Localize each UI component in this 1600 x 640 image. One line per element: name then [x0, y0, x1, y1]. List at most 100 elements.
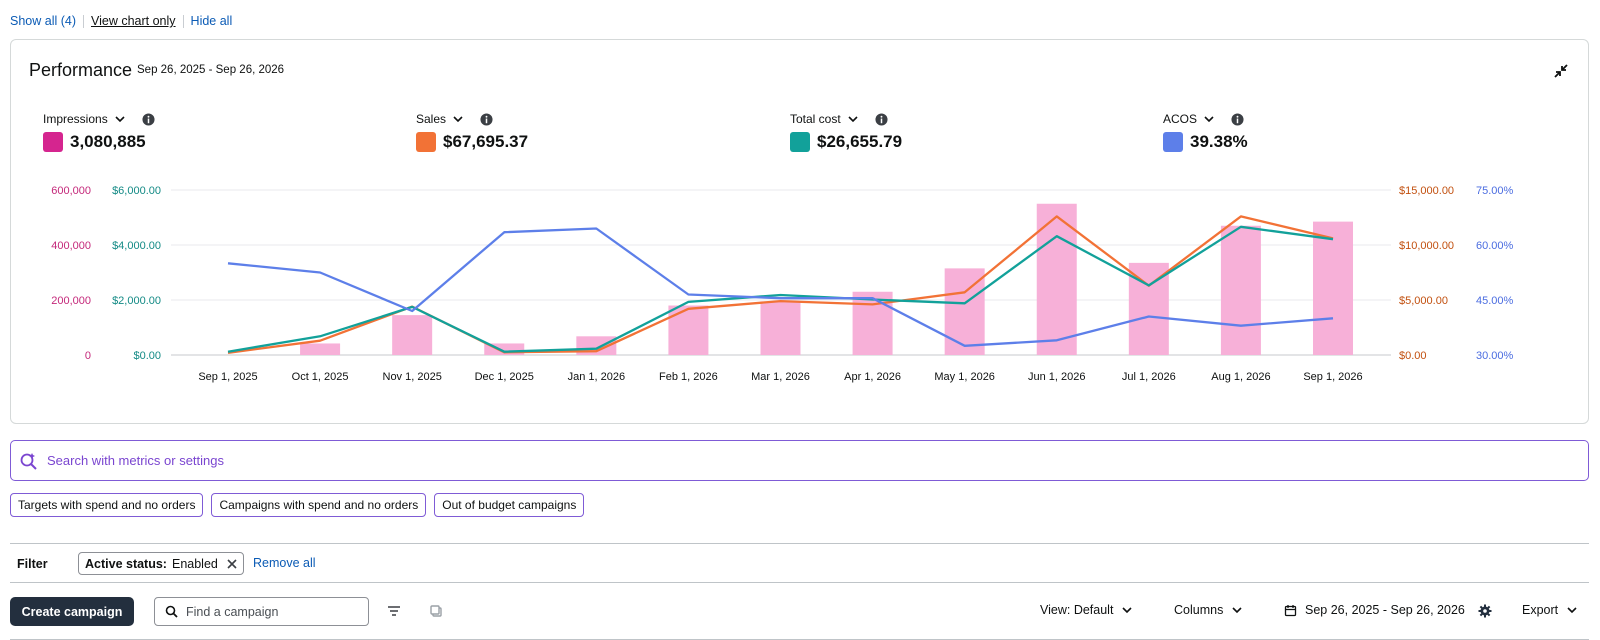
show-all-link[interactable]: Show all (4) — [10, 14, 76, 28]
performance-card: Performance Sep 26, 2025 - Sep 26, 2026 … — [10, 39, 1589, 424]
search-icon — [165, 605, 178, 618]
x-axis-tick: Nov 1, 2025 — [383, 371, 442, 383]
sales-axis-tick: $5,000.00 — [1399, 295, 1448, 307]
filter-value: Enabled — [171, 556, 218, 571]
search-placeholder: Search with metrics or settings — [47, 453, 225, 468]
metric-label: ACOS — [1163, 112, 1198, 126]
impressions-bar — [300, 343, 341, 355]
x-axis-tick: Oct 1, 2025 — [292, 371, 349, 383]
remove-all-link[interactable]: Remove all — [253, 556, 316, 570]
collapse-arrows-icon[interactable] — [1552, 62, 1570, 80]
acos-axis-tick: 30.00% — [1476, 350, 1514, 362]
x-axis-tick: Apr 1, 2026 — [844, 371, 901, 383]
impressions-axis-tick: 600,000 — [51, 185, 91, 197]
view-dropdown[interactable]: View: Default — [1040, 603, 1133, 617]
metric-total-cost[interactable]: Total cost $26,655.79 — [790, 112, 902, 152]
chip-targets-spend-no-orders[interactable]: Targets with spend and no orders — [10, 493, 204, 517]
divider — [10, 543, 1589, 544]
x-axis-tick: May 1, 2026 — [934, 371, 995, 383]
view-chart-only-link[interactable]: View chart only — [91, 14, 176, 28]
chevron-down-icon — [453, 116, 463, 123]
impressions-axis-tick: 200,000 — [51, 295, 91, 307]
filter-icon[interactable] — [386, 603, 402, 619]
x-axis-tick: Jul 1, 2026 — [1122, 371, 1176, 383]
chart-view-links: Show all (4) View chart only Hide all — [10, 14, 232, 28]
impressions-bar — [668, 305, 709, 355]
divider — [83, 14, 84, 28]
metric-impressions[interactable]: Impressions 3,080,885 — [43, 112, 155, 152]
impressions-bar — [1220, 225, 1261, 355]
info-icon[interactable] — [142, 112, 155, 126]
metric-acos[interactable]: ACOS 39.38% — [1163, 112, 1248, 152]
acos-axis-tick: 75.00% — [1476, 185, 1514, 197]
divider — [10, 582, 1589, 583]
copy-icon[interactable] — [428, 603, 444, 619]
info-icon[interactable] — [875, 112, 888, 126]
metric-value: 39.38% — [1190, 132, 1248, 151]
metric-label: Impressions — [43, 112, 108, 126]
active-status-filter-chip[interactable]: Active status: Enabled — [78, 552, 244, 575]
cost-axis-tick: $2,000.00 — [112, 295, 161, 307]
columns-label: Columns — [1174, 603, 1224, 617]
date-range-label: Sep 26, 2025 - Sep 26, 2026 — [1305, 603, 1465, 617]
chevron-down-icon — [1232, 607, 1242, 614]
close-icon[interactable] — [227, 558, 237, 569]
cost-axis-tick: $6,000.00 — [112, 185, 161, 197]
impressions-axis-tick: 400,000 — [51, 240, 91, 252]
card-title: Performance — [29, 60, 133, 80]
metric-value: 3,080,885 — [70, 132, 146, 151]
impressions-bar — [760, 301, 801, 355]
info-icon[interactable] — [480, 112, 493, 126]
create-campaign-button[interactable]: Create campaign — [10, 597, 134, 626]
filter-key: Active status: — [85, 556, 167, 571]
metric-value: $26,655.79 — [817, 132, 903, 151]
acos-axis-tick: 60.00% — [1476, 240, 1514, 252]
chevron-down-icon — [1122, 607, 1132, 614]
sales-axis-tick: $15,000.00 — [1399, 185, 1454, 197]
chevron-down-icon — [848, 116, 858, 123]
chip-out-of-budget[interactable]: Out of budget campaigns — [434, 493, 585, 517]
info-icon[interactable] — [1231, 112, 1244, 126]
search-sparkle-icon — [20, 452, 37, 470]
export-label: Export — [1522, 603, 1559, 617]
suggestion-chips: Targets with spend and no orders Campaig… — [10, 493, 585, 517]
hide-all-link[interactable]: Hide all — [191, 14, 233, 28]
acos-axis-tick: 45.00% — [1476, 295, 1514, 307]
x-axis-tick: Mar 1, 2026 — [751, 371, 810, 383]
calendar-icon — [1284, 604, 1297, 616]
columns-dropdown[interactable]: Columns — [1174, 603, 1243, 617]
x-axis-tick: Dec 1, 2025 — [475, 371, 534, 383]
chevron-down-icon — [1567, 607, 1577, 614]
metric-swatch — [1163, 132, 1183, 152]
impressions-bar — [1313, 221, 1353, 355]
export-dropdown[interactable]: Export — [1522, 603, 1578, 617]
gear-icon[interactable] — [1477, 603, 1493, 619]
date-range-picker[interactable]: Sep 26, 2025 - Sep 26, 2026 — [1284, 603, 1465, 617]
x-axis-tick: Jun 1, 2026 — [1028, 371, 1086, 383]
metrics-search-input[interactable]: Search with metrics or settings — [10, 440, 1589, 481]
find-campaign-input[interactable] — [186, 604, 356, 619]
chevron-down-icon — [115, 116, 125, 123]
impressions-axis-tick: 0 — [85, 350, 91, 362]
impressions-bar — [852, 291, 893, 355]
sales-axis-tick: $10,000.00 — [1399, 240, 1454, 252]
cost-axis-tick: $0.00 — [133, 350, 161, 362]
x-axis-tick: Aug 1, 2026 — [1211, 371, 1270, 383]
metric-sales[interactable]: Sales $67,695.37 — [416, 112, 528, 152]
x-axis-tick: Jan 1, 2026 — [568, 371, 626, 383]
metric-swatch — [43, 132, 63, 152]
sales-axis-tick: $0.00 — [1399, 350, 1427, 362]
metric-label: Total cost — [790, 112, 841, 126]
x-axis-tick: Sep 1, 2026 — [1303, 371, 1362, 383]
filter-label: Filter — [17, 557, 48, 571]
performance-chart: 0 200,000 400,000 600,000 $0.00 $2,000.00 $4,0… — [51, 185, 1514, 383]
metric-swatch — [790, 132, 810, 152]
x-axis-tick: Feb 1, 2026 — [659, 371, 718, 383]
metric-swatch — [416, 132, 436, 152]
x-axis-tick: Sep 1, 2025 — [198, 371, 257, 383]
chevron-down-icon — [1204, 116, 1214, 123]
find-campaign-field[interactable] — [154, 597, 369, 626]
metric-label: Sales — [416, 112, 447, 126]
chip-campaigns-spend-no-orders[interactable]: Campaigns with spend and no orders — [211, 493, 427, 517]
impressions-bar — [392, 315, 433, 355]
